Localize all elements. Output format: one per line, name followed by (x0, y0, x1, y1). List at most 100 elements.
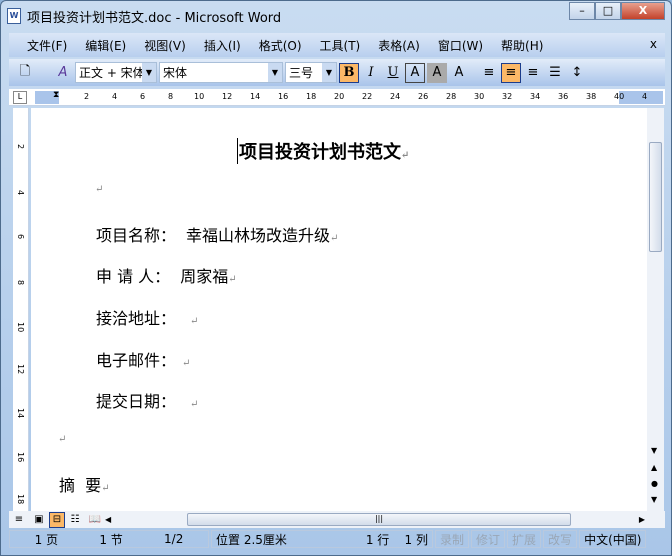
word-window: W 项目投资计划书范文.doc - Microsoft Word – □ X 文… (0, 0, 672, 556)
status-track-changes[interactable]: 修订 (471, 530, 506, 548)
chevron-down-icon[interactable]: ▼ (142, 63, 156, 82)
status-extend[interactable]: 扩展 (507, 530, 542, 548)
ruler-tick: 18 (16, 494, 25, 505)
field-label: 电子邮件： (96, 351, 177, 370)
status-page: 1 页 (34, 532, 59, 547)
status-pages: 1/2 (164, 532, 184, 546)
reading-view-icon[interactable]: 📖 (85, 510, 105, 530)
font-select[interactable]: 宋体 ▼ (159, 62, 283, 83)
font-size-value: 三号 (289, 66, 314, 80)
styles-icon[interactable]: A (53, 63, 73, 83)
status-overtype[interactable]: 改写 (543, 530, 578, 548)
paragraph-mark: ↵ (182, 358, 191, 369)
status-line: 1 行 (365, 532, 390, 547)
ruler-tick: 30 (474, 92, 485, 101)
menu-window[interactable]: 窗口(W) (438, 37, 483, 54)
ruler-tick: 36 (558, 92, 569, 101)
status-language[interactable]: 中文(中国) (579, 530, 647, 548)
scroll-down-icon[interactable]: ▼ (651, 446, 657, 455)
ruler-tick: 22 (362, 92, 373, 101)
close-document-button[interactable]: x (650, 37, 657, 51)
menu-file[interactable]: 文件(F) (27, 37, 67, 54)
field-email: 电子邮件： ↵ (96, 347, 190, 371)
paragraph-mark: ↵ (58, 434, 67, 445)
menu-table[interactable]: 表格(A) (378, 37, 420, 54)
field-label: 接洽地址： (96, 309, 177, 328)
ruler-tick: 6 (140, 92, 146, 101)
menu-format[interactable]: 格式(O) (259, 37, 302, 54)
underline-button[interactable]: U (383, 63, 403, 83)
new-document-icon[interactable]: 🗋 (15, 63, 35, 83)
chevron-down-icon[interactable]: ▼ (268, 63, 282, 82)
web-view-icon[interactable]: ▣ (29, 510, 49, 530)
bold-button[interactable]: B (339, 62, 359, 83)
menu-insert[interactable]: 插入(I) (204, 37, 241, 54)
document-title: 项目投资计划书范文↵ (237, 138, 409, 164)
scroll-right-icon[interactable]: ▶ (639, 515, 645, 524)
vertical-scrollbar[interactable]: ▼ ▲ ● ▼ (647, 108, 664, 511)
close-button[interactable]: X (621, 2, 665, 20)
align-justify-icon[interactable]: ≡ (479, 63, 499, 83)
next-page-icon[interactable]: ▼ (651, 495, 657, 504)
distribute-icon[interactable]: ☰ (545, 63, 565, 83)
field-label: 项目名称： (96, 226, 177, 245)
indent-marker-icon[interactable]: ⧗ (53, 90, 59, 100)
field-date: 提交日期： ↵ (96, 388, 198, 412)
scroll-thumb[interactable]: ||| (187, 513, 571, 526)
field-label: 提交日期： (96, 392, 177, 411)
ruler-tick: 16 (278, 92, 289, 101)
ruler-tick: 12 (222, 92, 233, 101)
ruler-tick: 4 (112, 92, 118, 101)
vertical-ruler[interactable]: 2 4 6 8 10 12 14 16 18 (13, 108, 29, 511)
menu-tools[interactable]: 工具(T) (320, 37, 361, 54)
scroll-left-icon[interactable]: ◀ (105, 515, 111, 524)
menu-bar: 文件(F) 编辑(E) 视图(V) 插入(I) 格式(O) 工具(T) 表格(A… (9, 33, 665, 57)
ruler-tick: 10 (194, 92, 205, 101)
minimize-button[interactable]: – (569, 2, 595, 20)
menu-help[interactable]: 帮助(H) (501, 37, 543, 54)
line-spacing-icon[interactable]: ↕ (567, 63, 587, 83)
heading-text: 摘 要 (59, 476, 102, 495)
menu-edit[interactable]: 编辑(E) (85, 37, 126, 54)
style-select[interactable]: 正文 + 宋体 ▼ (75, 62, 157, 83)
field-value: 周家福 (180, 267, 229, 286)
char-border-button[interactable]: A (405, 62, 425, 83)
align-right-icon[interactable]: ≡ (523, 63, 543, 83)
paragraph-mark: ↵ (101, 483, 110, 494)
outline-view-icon[interactable]: ☷ (65, 510, 85, 530)
font-value: 宋体 (163, 66, 188, 80)
ruler-tick: 8 (16, 280, 25, 286)
char-shading-button[interactable]: A (427, 62, 447, 83)
chevron-down-icon[interactable]: ▼ (322, 63, 336, 82)
status-section: 1 节 (99, 532, 123, 547)
menu-view[interactable]: 视图(V) (144, 37, 186, 54)
status-record[interactable]: 录制 (435, 530, 470, 548)
horizontal-scrollbar[interactable]: ≡ ▣ ⊟ ☷ 📖 ◀ ||| ▶ (9, 511, 665, 528)
paragraph-mark: ↵ (330, 233, 339, 244)
prev-page-icon[interactable]: ▲ (651, 463, 657, 472)
title-bar: W 项目投资计划书范文.doc - Microsoft Word (7, 5, 281, 27)
browse-object-icon[interactable]: ● (651, 479, 658, 488)
ruler-tick: 18 (306, 92, 317, 101)
ruler-tick: 10 (16, 322, 25, 333)
tab-selector-icon[interactable]: L (13, 91, 27, 104)
ruler-tick: 6 (16, 234, 25, 240)
font-size-select[interactable]: 三号 ▼ (285, 62, 337, 83)
document-page[interactable]: 项目投资计划书范文↵ ↵ 项目名称： 幸福山林场改造升级↵ 申 请 人： 周家福↵ … (31, 108, 647, 511)
paragraph-mark: ↵ (95, 184, 104, 195)
ruler-tick: 14 (16, 408, 25, 419)
align-center-icon[interactable]: ≡ (501, 62, 521, 83)
print-view-icon[interactable]: ⊟ (49, 511, 65, 528)
title-text: 项目投资计划书范文 (239, 142, 401, 163)
scroll-thumb[interactable] (649, 142, 662, 252)
horizontal-ruler[interactable]: L 2 4 6 8 10 12 14 16 18 20 22 24 26 28 … (9, 89, 665, 106)
field-value: 幸福山林场改造升级 (186, 226, 331, 245)
ruler-tick: 2 (84, 92, 90, 101)
paragraph-mark: ↵ (401, 150, 410, 161)
maximize-button[interactable]: □ (595, 2, 621, 20)
char-scale-button[interactable]: A (449, 63, 469, 83)
normal-view-icon[interactable]: ≡ (9, 510, 29, 530)
italic-button[interactable]: I (361, 63, 381, 83)
ruler-tick: 28 (446, 92, 457, 101)
ruler-tick: 2 (16, 144, 25, 150)
